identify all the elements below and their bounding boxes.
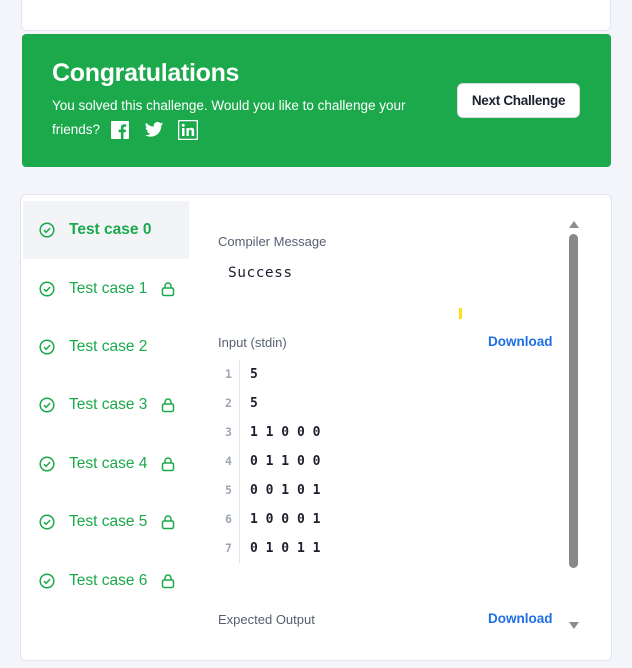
- code-line: 4 0 1 1 0 0: [218, 447, 566, 476]
- social-share: [110, 120, 199, 141]
- tab-test-case-6[interactable]: Test case 6: [23, 551, 189, 609]
- lock-icon: [162, 515, 175, 530]
- banner-message: You solved this challenge. Would you lik…: [52, 94, 432, 142]
- check-circle-icon: [39, 281, 55, 297]
- expected-download-link[interactable]: Download: [488, 611, 553, 626]
- compiler-message: Success: [228, 265, 293, 281]
- banner-message-text: You solved this challenge. Would you lik…: [52, 98, 406, 137]
- facebook-icon[interactable]: [110, 120, 130, 140]
- tab-test-case-1[interactable]: Test case 1: [23, 259, 189, 317]
- code-line: 15: [218, 360, 566, 389]
- scroll-down-arrow-icon[interactable]: [569, 622, 579, 629]
- test-case-label: Test case 2: [69, 337, 148, 355]
- lock-icon: [162, 281, 175, 296]
- tab-test-case-3[interactable]: Test case 3: [23, 376, 189, 434]
- scrollbar-thumb[interactable]: [569, 234, 578, 568]
- next-challenge-button[interactable]: Next Challenge: [457, 83, 580, 118]
- congratulations-banner: Congratulations You solved this challeng…: [22, 34, 611, 167]
- results-panel: Test case 0 Test case 1 Test case 2 Test…: [20, 194, 612, 661]
- lock-icon: [162, 457, 175, 471]
- compiler-message-label: Compiler Message: [218, 234, 327, 249]
- linkedin-icon[interactable]: [177, 120, 199, 141]
- line-number: 5: [218, 476, 240, 505]
- check-circle-icon: [39, 222, 55, 238]
- test-case-label: Test case 5: [69, 513, 148, 531]
- scroll-up-arrow-icon[interactable]: [569, 221, 579, 228]
- line-number: 2: [218, 389, 240, 418]
- test-case-label: Test case 0: [69, 221, 152, 239]
- test-case-detail: Compiler Message Success Input (stdin) D…: [218, 195, 566, 660]
- line-number: 4: [218, 447, 240, 476]
- tab-test-case-0[interactable]: Test case 0: [23, 201, 189, 260]
- line-number: 6: [218, 505, 240, 534]
- test-case-label: Test case 6: [69, 571, 148, 589]
- input-download-link[interactable]: Download: [488, 334, 553, 349]
- test-case-list: Test case 0 Test case 1 Test case 2 Test…: [23, 201, 189, 610]
- input-code-block: 15 25 31 1 0 0 0 40 1 1 0 0 50 0 1 0 1 6…: [218, 360, 566, 563]
- detail-scrollbar[interactable]: [567, 217, 581, 629]
- check-circle-icon: [39, 456, 55, 472]
- code-line: 6 1 0 0 0 1: [218, 505, 566, 534]
- line-text: 0 1 1 0 0: [250, 454, 321, 469]
- tab-test-case-5[interactable]: Test case 5: [23, 493, 189, 551]
- banner-title: Congratulations: [52, 59, 240, 87]
- lock-icon: [162, 398, 175, 413]
- line-text: 1 1 0 0 0: [250, 425, 321, 440]
- tab-test-case-2[interactable]: Test case 2: [23, 318, 189, 376]
- check-circle-icon: [39, 514, 55, 530]
- expected-output-label: Expected Output: [218, 612, 315, 627]
- input-label: Input (stdin): [218, 335, 287, 350]
- twitter-icon[interactable]: [144, 120, 164, 140]
- check-circle-icon: [39, 572, 55, 589]
- line-number: 1: [218, 360, 240, 389]
- test-case-label: Test case 3: [69, 396, 148, 414]
- code-line: 7 0 1 0 1 1: [218, 534, 566, 563]
- tab-test-case-4[interactable]: Test case 4: [23, 435, 189, 493]
- code-line: 5 0 0 1 0 1: [218, 476, 566, 505]
- line-text: 0 1 0 1 1: [250, 541, 321, 556]
- check-circle-icon: [39, 339, 55, 355]
- test-case-label: Test case 4: [69, 454, 148, 472]
- line-text: 0 0 1 0 1: [250, 483, 321, 498]
- code-line: 25: [218, 389, 566, 418]
- line-number: 3: [218, 418, 240, 447]
- lock-icon: [162, 573, 175, 588]
- test-case-label: Test case 1: [69, 279, 148, 297]
- previous-card: [21, 0, 611, 31]
- line-number: 7: [218, 534, 240, 563]
- code-line: 3 1 1 0 0 0: [218, 418, 566, 447]
- line-text: 5: [250, 367, 258, 382]
- text-cursor: [459, 308, 462, 319]
- line-text: 1 0 0 0 1: [250, 512, 321, 527]
- line-text: 5: [250, 396, 258, 411]
- check-circle-icon: [39, 397, 55, 413]
